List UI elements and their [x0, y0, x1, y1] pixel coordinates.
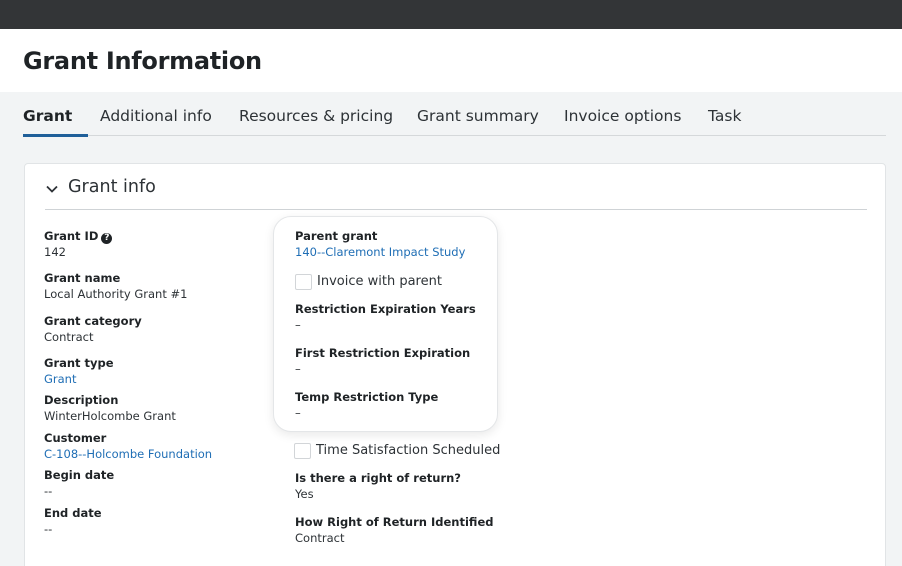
grant-name-value: Local Authority Grant #1 [44, 287, 188, 301]
tab-grant[interactable]: Grant [23, 107, 89, 137]
checkbox-box[interactable] [294, 443, 311, 459]
tab-grant-summary[interactable]: Grant summary [417, 107, 539, 135]
description-value: WinterHolcombe Grant [44, 409, 176, 423]
grant-category-value: Contract [44, 330, 94, 344]
tab-resources-pricing[interactable]: Resources & pricing [239, 107, 393, 135]
temp-restriction-type-label: Temp Restriction Type [295, 390, 439, 404]
right-of-return-value: Yes [295, 487, 314, 501]
tab-additional-info[interactable]: Additional info [100, 107, 212, 135]
field-customer: Customer C-108--Holcombe Foundation [44, 431, 212, 462]
field-end-date: End date -- [44, 506, 102, 537]
grant-name-label: Grant name [44, 271, 121, 285]
grant-type-link[interactable]: Grant [44, 371, 114, 387]
time-satisfaction-scheduled-label: Time Satisfaction Scheduled [316, 443, 501, 458]
top-bar [0, 0, 902, 29]
parent-grant-label: Parent grant [295, 229, 378, 243]
temp-restriction-type-value: – [295, 406, 301, 420]
tab-invoice-options[interactable]: Invoice options [564, 107, 681, 135]
page-header: Grant Information [0, 29, 902, 92]
description-label: Description [44, 393, 119, 407]
field-grant-category: Grant category Contract [44, 314, 142, 345]
restriction-expiration-years-label: Restriction Expiration Years [295, 302, 476, 316]
first-restriction-expiration-label: First Restriction Expiration [295, 346, 471, 360]
restriction-expiration-years-value: – [295, 318, 301, 332]
checkbox-box[interactable] [295, 274, 312, 290]
end-date-value: -- [44, 522, 53, 536]
customer-link[interactable]: C-108--Holcombe Foundation [44, 446, 212, 462]
tab-task[interactable]: Task [708, 107, 741, 135]
section-title: Grant info [68, 177, 156, 197]
field-description: Description WinterHolcombe Grant [44, 393, 176, 424]
begin-date-label: Begin date [44, 468, 115, 482]
field-temp-restriction-type: Temp Restriction Type – [295, 390, 438, 421]
begin-date-value: -- [44, 484, 53, 498]
page-title: Grant Information [23, 47, 262, 75]
grant-category-label: Grant category [44, 314, 142, 328]
end-date-label: End date [44, 506, 102, 520]
field-grant-id: Grant ID? 142 [44, 229, 113, 260]
help-icon[interactable]: ? [101, 233, 113, 244]
right-of-return-label: Is there a right of return? [295, 471, 461, 485]
grant-id-label: Grant ID [44, 229, 99, 243]
invoice-with-parent-label: Invoice with parent [317, 274, 442, 289]
how-right-of-return-label: How Right of Return Identified [295, 515, 494, 529]
field-begin-date: Begin date -- [44, 468, 114, 499]
how-right-of-return-value: Contract [295, 531, 345, 545]
first-restriction-expiration-value: – [295, 362, 301, 376]
customer-label: Customer [44, 431, 107, 445]
field-grant-type: Grant type Grant [44, 356, 114, 387]
parent-grant-link[interactable]: 140--Claremont Impact Study [295, 244, 465, 260]
field-right-of-return: Is there a right of return? Yes [295, 471, 461, 502]
chevron-down-icon[interactable] [45, 182, 59, 196]
field-parent-grant: Parent grant 140--Claremont Impact Study [295, 229, 465, 260]
field-first-restriction-expiration: First Restriction Expiration – [295, 346, 470, 377]
field-restriction-expiration-years: Restriction Expiration Years – [295, 302, 476, 333]
grant-id-value: 142 [44, 245, 66, 259]
grant-type-label: Grant type [44, 356, 114, 370]
section-header[interactable]: Grant info [45, 164, 867, 210]
field-grant-name: Grant name Local Authority Grant #1 [44, 271, 187, 302]
field-how-right-of-return: How Right of Return Identified Contract [295, 515, 493, 546]
tab-bar: Grant Additional info Resources & pricin… [23, 101, 886, 137]
